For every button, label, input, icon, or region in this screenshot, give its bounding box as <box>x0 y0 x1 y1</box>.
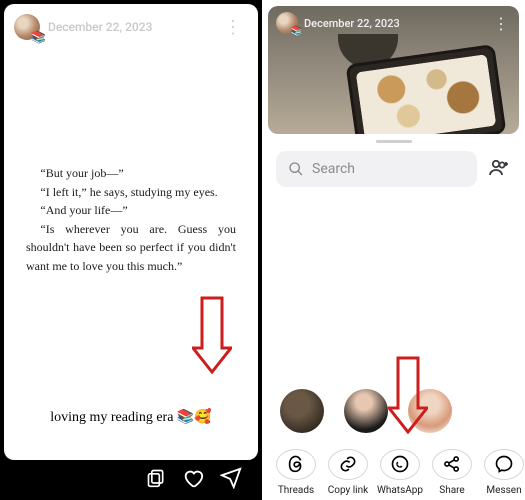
more-icon[interactable]: ⋮ <box>224 17 248 38</box>
share-targets-row: Threads Copy link WhatsApp Share Messen <box>262 435 525 500</box>
search-input[interactable]: Search <box>276 151 477 187</box>
contact-avatar[interactable] <box>344 389 388 433</box>
quote-line: “Is wherever you are. Guess you shouldn'… <box>26 220 236 276</box>
layers-icon[interactable] <box>146 468 166 492</box>
preview-date: December 22, 2023 <box>304 17 400 30</box>
share-label: WhatsApp <box>377 485 423 496</box>
heart-icon[interactable] <box>182 467 204 493</box>
share-messenger[interactable]: Messen <box>478 449 525 496</box>
story-viewer-left: December 22, 2023 ⋮ “But your job—” “I l… <box>0 0 262 500</box>
threads-icon <box>276 449 316 480</box>
story-body-text: “But your job—” “I left it,” he says, st… <box>4 164 258 276</box>
share-label: Threads <box>278 485 314 496</box>
quote-line: “I left it,” he says, studying my eyes. <box>26 183 236 202</box>
search-icon <box>288 161 304 177</box>
more-icon[interactable]: ⋮ <box>493 14 511 33</box>
story-action-bar <box>0 460 262 500</box>
search-placeholder: Search <box>312 161 355 177</box>
share-whatsapp[interactable]: WhatsApp <box>374 449 426 496</box>
share-threads[interactable]: Threads <box>270 449 322 496</box>
quote-line: “But your job—” <box>26 164 236 183</box>
add-group-icon[interactable] <box>487 155 511 183</box>
avatar[interactable] <box>14 14 40 40</box>
quote-line: “And your life—” <box>26 201 236 220</box>
share-icon[interactable] <box>220 467 242 493</box>
annotation-arrow <box>192 296 232 374</box>
share-system[interactable]: Share <box>426 449 478 496</box>
story-preview: December 22, 2023 ⋮ <box>268 6 519 134</box>
share-label: Share <box>439 485 464 496</box>
share-label: Copy link <box>328 485 368 496</box>
contacts-row <box>262 385 525 435</box>
preview-header: December 22, 2023 ⋮ <box>276 12 511 34</box>
story-card: December 22, 2023 ⋮ “But your job—” “I l… <box>4 4 258 460</box>
story-date: December 22, 2023 <box>48 20 152 34</box>
whatsapp-icon <box>380 449 420 480</box>
share-sheet-right: December 22, 2023 ⋮ Search Threads <box>262 0 525 500</box>
sheet-handle[interactable] <box>376 140 412 143</box>
avatar[interactable] <box>276 12 298 34</box>
link-icon <box>328 449 368 480</box>
story-caption: loving my reading era 📚🥰 <box>4 409 258 426</box>
story-header: December 22, 2023 ⋮ <box>4 4 258 44</box>
messenger-icon <box>484 449 524 480</box>
contact-avatar[interactable] <box>280 389 324 433</box>
share-copy-link[interactable]: Copy link <box>322 449 374 496</box>
share-label: Messen <box>486 485 521 496</box>
share-nodes-icon <box>432 449 472 480</box>
contact-avatar[interactable] <box>408 389 452 433</box>
search-row: Search <box>262 151 525 195</box>
